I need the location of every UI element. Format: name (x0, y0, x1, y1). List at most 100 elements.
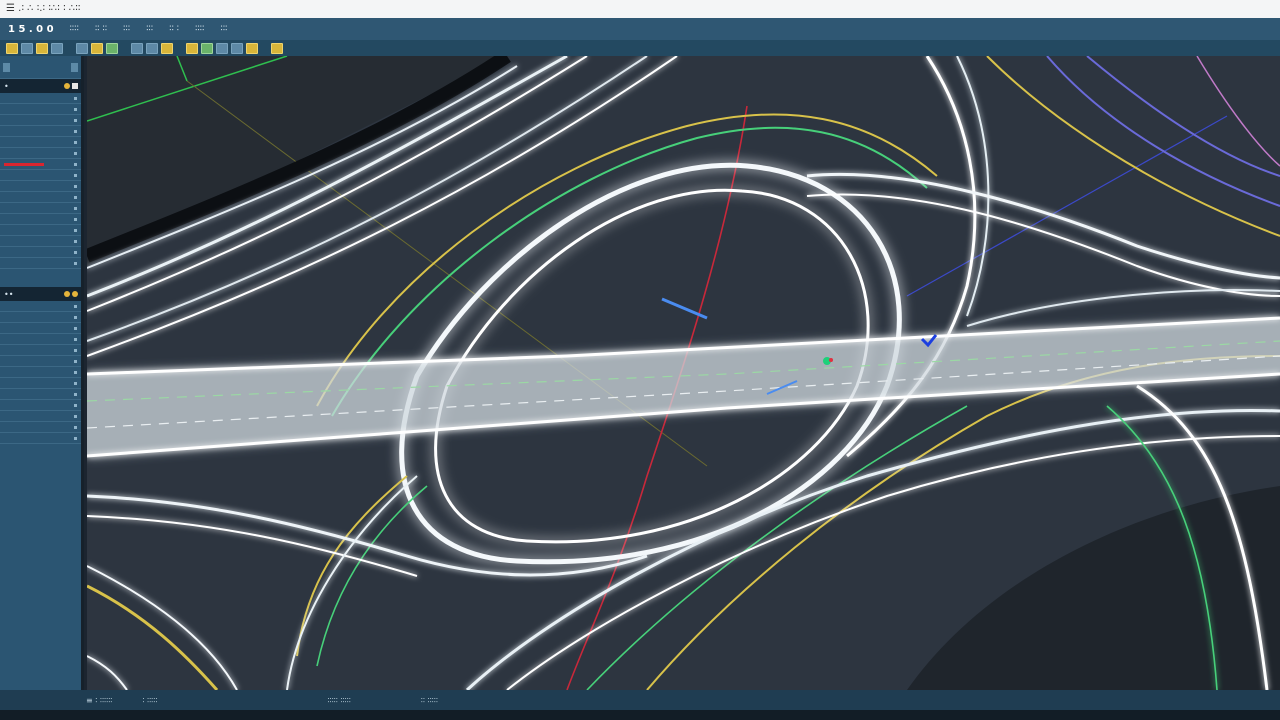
undo-icon[interactable] (51, 42, 63, 54)
panel-row[interactable] (0, 192, 81, 203)
row-handle-icon[interactable] (74, 184, 77, 188)
panel-row[interactable] (0, 137, 81, 148)
row-handle-icon[interactable] (74, 436, 77, 440)
row-handle-icon[interactable] (74, 228, 77, 232)
row-handle-icon[interactable] (74, 315, 77, 319)
status-item-4: ∶∶ ∶∶∶∶∶ (420, 695, 438, 705)
pan-icon[interactable] (146, 42, 158, 54)
row-handle-icon[interactable] (74, 414, 77, 418)
panel-row[interactable] (0, 148, 81, 159)
row-handle-icon[interactable] (74, 173, 77, 177)
panel-row[interactable] (0, 422, 81, 433)
save-icon[interactable] (21, 42, 33, 54)
window-title: ☰ .∶ ∴ ∶.∶ ∶∴∶ ∶ ∴∶∶ (6, 3, 81, 14)
panel-row[interactable] (0, 378, 81, 389)
panel-row[interactable] (0, 236, 81, 247)
panel-row[interactable] (0, 115, 81, 126)
row-handle-icon[interactable] (74, 96, 77, 100)
panel-row[interactable] (0, 334, 81, 345)
property-list (0, 301, 81, 444)
scene-tree (0, 93, 81, 269)
row-handle-icon[interactable] (74, 425, 77, 429)
panel-row[interactable] (0, 225, 81, 236)
vehicle-marker[interactable] (829, 358, 833, 362)
left-panel: • •• (0, 56, 84, 690)
menu-item-1[interactable]: ∶∶∶∶ (70, 24, 79, 34)
panel-row[interactable] (0, 203, 81, 214)
panel-pin-icon[interactable] (72, 291, 78, 297)
panel-row[interactable] (0, 389, 81, 400)
panel-row[interactable] (0, 433, 81, 444)
signal-tool-icon[interactable] (231, 42, 243, 54)
menu-item-7[interactable]: ∶∶∶ (221, 24, 228, 34)
row-handle-icon[interactable] (74, 206, 77, 210)
panel-row[interactable] (0, 181, 81, 192)
panel-row[interactable] (0, 367, 81, 378)
lane-tool-icon[interactable] (201, 42, 213, 54)
row-handle-icon[interactable] (74, 217, 77, 221)
menu-item-5[interactable]: ∶∶ ∶ (169, 24, 179, 34)
panel-row[interactable] (0, 400, 81, 411)
menu-item-2[interactable]: ∶∶ ∶∶ (95, 24, 107, 34)
row-handle-icon[interactable] (74, 359, 77, 363)
panel-row[interactable] (0, 312, 81, 323)
row-handle-icon[interactable] (74, 129, 77, 133)
panel-row[interactable] (0, 247, 81, 258)
zoom-icon[interactable] (131, 42, 143, 54)
3d-viewport[interactable] (87, 56, 1280, 690)
folder-icon[interactable] (36, 42, 48, 54)
orbit-icon[interactable] (161, 42, 173, 54)
panel-row[interactable] (0, 323, 81, 334)
row-handle-icon[interactable] (74, 239, 77, 243)
junction-tool-icon[interactable] (216, 42, 228, 54)
row-handle-icon[interactable] (74, 370, 77, 374)
menu-item-6[interactable]: ∶∶∶∶ (195, 24, 204, 34)
row-handle-icon[interactable] (74, 381, 77, 385)
toolbar-group-road (186, 42, 258, 54)
settings-icon[interactable] (271, 42, 283, 54)
panel-row[interactable] (0, 93, 81, 104)
panel-row[interactable] (0, 126, 81, 137)
panel-row[interactable] (0, 214, 81, 225)
row-handle-icon[interactable] (74, 403, 77, 407)
row-handle-icon[interactable] (74, 118, 77, 122)
toolbar-group-file (6, 42, 63, 54)
menu-item-4[interactable]: ∶∶∶ (146, 24, 153, 34)
panel-pin-icon[interactable] (71, 62, 78, 72)
row-handle-icon[interactable] (74, 107, 77, 111)
row-handle-icon[interactable] (74, 151, 77, 155)
panel-settings-icon[interactable] (64, 291, 70, 297)
panel-top-strip (0, 56, 81, 79)
panel-row[interactable] (0, 345, 81, 356)
open-icon[interactable] (6, 42, 18, 54)
row-handle-icon[interactable] (74, 261, 77, 265)
move-icon[interactable] (91, 42, 103, 54)
panel-menu-icon[interactable] (3, 62, 10, 72)
status-strip (0, 710, 1280, 720)
menu-item-3[interactable]: ∶∶∶ (123, 24, 130, 34)
row-handle-icon[interactable] (74, 392, 77, 396)
panel-row[interactable] (0, 159, 81, 170)
panel-row[interactable] (0, 411, 81, 422)
road-tool-icon[interactable] (186, 42, 198, 54)
panel-row[interactable] (0, 301, 81, 312)
panel-row[interactable] (0, 104, 81, 115)
panel-close-icon[interactable] (72, 83, 78, 89)
row-handle-icon[interactable] (74, 195, 77, 199)
panel-settings-icon[interactable] (64, 83, 70, 89)
select-icon[interactable] (76, 42, 88, 54)
row-handle-icon[interactable] (74, 250, 77, 254)
road-network-canvas[interactable] (87, 56, 1280, 690)
row-handle-icon[interactable] (74, 304, 77, 308)
panel-row[interactable] (0, 170, 81, 181)
panel-row[interactable] (0, 258, 81, 269)
menu-bar: 1 5 . 0 0 ∶∶∶∶ ∶∶ ∶∶ ∶∶∶ ∶∶∶ ∶∶ ∶ ∶∶∶∶ ∶… (0, 18, 1280, 40)
marking-tool-icon[interactable] (246, 42, 258, 54)
rotate-icon[interactable] (106, 42, 118, 54)
panel-row[interactable] (0, 356, 81, 367)
row-handle-icon[interactable] (74, 162, 77, 166)
row-handle-icon[interactable] (74, 140, 77, 144)
row-handle-icon[interactable] (74, 337, 77, 341)
row-handle-icon[interactable] (74, 326, 77, 330)
row-handle-icon[interactable] (74, 348, 77, 352)
